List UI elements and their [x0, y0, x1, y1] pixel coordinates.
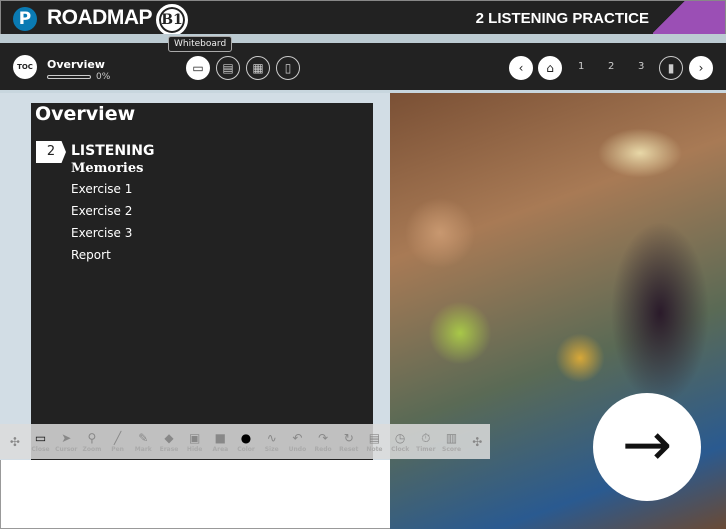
exercise-1-link[interactable]: Exercise 1 — [71, 182, 132, 196]
whiteboard-canvas[interactable] — [0, 460, 390, 529]
tool-label: Close — [31, 446, 50, 453]
next-button[interactable]: › — [689, 56, 713, 80]
cursor-icon: ➤ — [61, 431, 72, 445]
tool-undo[interactable]: ↶ Undo — [285, 430, 311, 453]
tool-size[interactable]: ∿ Size — [259, 430, 285, 453]
tool-zoom[interactable]: ⚲ Zoom — [79, 430, 105, 453]
tool-label: Cursor — [55, 446, 78, 453]
tool-label: Color — [237, 446, 255, 453]
tool-label: Erase — [159, 446, 179, 453]
tool-reset[interactable]: ↻ Reset — [336, 430, 362, 453]
grid-button[interactable]: ▦ — [246, 56, 270, 80]
header-decoration — [653, 1, 725, 34]
color-icon: ● — [240, 431, 252, 445]
tool-mark[interactable]: ✎ Mark — [130, 430, 156, 453]
whiteboard-icon: ▭ — [34, 431, 47, 445]
tool-pen[interactable]: ╱ Pen — [105, 430, 131, 453]
tool-label: Clock — [391, 446, 410, 453]
stats-button[interactable]: ▮ — [659, 56, 683, 80]
marker-icon: ✎ — [138, 431, 149, 445]
score-icon: ▥ — [445, 431, 458, 445]
prev-button[interactable]: ‹ — [509, 56, 533, 80]
document-button[interactable]: ▤ — [216, 56, 240, 80]
app-header: P ROADMAP B1 2 LISTENING PRACTICE — [0, 0, 726, 36]
tool-label: Timer — [416, 446, 436, 453]
section-heading: LISTENING — [71, 143, 155, 159]
tool-color[interactable]: ● Color — [233, 430, 259, 453]
section-subtitle: Memories — [71, 161, 144, 176]
undo-icon: ↶ — [292, 431, 303, 445]
clock-icon: ◷ — [394, 431, 406, 445]
tool-label: Hide — [186, 446, 203, 453]
file-button[interactable]: ▯ — [276, 56, 300, 80]
tool-cursor[interactable]: ➤ Cursor — [53, 430, 79, 453]
next-arrow-button[interactable]: → — [593, 393, 701, 501]
redo-icon: ↷ — [318, 431, 329, 445]
tooltip: Whiteboard — [168, 36, 233, 52]
brand-name: ROADMAP — [47, 6, 153, 29]
tool-label: Size — [264, 446, 279, 453]
tool-label: Pen — [111, 446, 124, 453]
level-badge: B1 — [156, 4, 188, 36]
tool-label: Undo — [288, 446, 307, 453]
pearson-logo: P — [13, 7, 37, 31]
nav-bar: TOC Overview 0% ▭ ▤ ▦ ▯ ‹ ⌂ 1 2 3 ▮ › — [0, 43, 726, 90]
pen-icon: ╱ — [113, 431, 122, 445]
report-link[interactable]: Report — [71, 248, 111, 262]
reset-icon: ↻ — [343, 431, 354, 445]
tool-label: Redo — [314, 446, 332, 453]
tool-close[interactable]: ▭ Close — [28, 430, 54, 453]
zoom-icon: ⚲ — [87, 431, 97, 445]
tool-score[interactable]: ▥ Score — [439, 430, 465, 453]
page-2[interactable]: 2 — [608, 61, 614, 72]
progress-bar — [47, 75, 91, 79]
tool-erase[interactable]: ◆ Erase — [156, 430, 182, 453]
tool-redo[interactable]: ↷ Redo — [310, 430, 336, 453]
tool-label: Score — [442, 446, 462, 453]
tool-label: Mark — [134, 446, 152, 453]
tool-label: Zoom — [82, 446, 102, 453]
page-title: 2 LISTENING PRACTICE — [475, 10, 649, 27]
tool-label: Area — [212, 446, 229, 453]
progress-label: 0% — [96, 72, 111, 82]
divider — [0, 34, 726, 43]
exercise-2-link[interactable]: Exercise 2 — [71, 204, 132, 218]
timer-icon: ⏱ — [421, 431, 431, 445]
home-button[interactable]: ⌂ — [538, 56, 562, 80]
drag-handle-icon[interactable]: ✣ — [464, 434, 490, 450]
area-icon: ■ — [214, 431, 227, 445]
tool-area[interactable]: ■ Area — [208, 430, 234, 453]
whiteboard-button[interactable]: ▭ — [186, 56, 210, 80]
tool-timer[interactable]: ⏱ Timer — [413, 430, 439, 453]
note-icon: ▤ — [368, 431, 381, 445]
tool-note[interactable]: ▤ Note — [362, 430, 388, 453]
page-1[interactable]: 1 — [578, 61, 584, 72]
unit-number: 2 — [36, 141, 66, 163]
eraser-icon: ◆ — [164, 431, 174, 445]
board-title: Overview — [35, 103, 136, 125]
toc-button[interactable]: TOC — [13, 55, 37, 79]
section-title: Overview — [47, 58, 105, 71]
whiteboard-toolbar: ✣ ▭ Close ➤ Cursor ⚲ Zoom ╱ Pen ✎ Mark ◆ Erase ▣ Hide… — [0, 424, 490, 459]
overview-panel: Overview 2 LISTENING Memories Exercise 1… — [31, 103, 373, 460]
drag-handle-icon[interactable]: ✣ — [2, 434, 28, 450]
exercise-3-link[interactable]: Exercise 3 — [71, 226, 132, 240]
tool-label: Note — [366, 446, 383, 453]
tool-hide[interactable]: ▣ Hide — [182, 430, 208, 453]
hide-icon: ▣ — [188, 431, 201, 445]
page-3[interactable]: 3 — [638, 61, 644, 72]
size-icon: ∿ — [266, 431, 277, 445]
tool-clock[interactable]: ◷ Clock — [387, 430, 413, 453]
tool-label: Reset — [339, 446, 359, 453]
